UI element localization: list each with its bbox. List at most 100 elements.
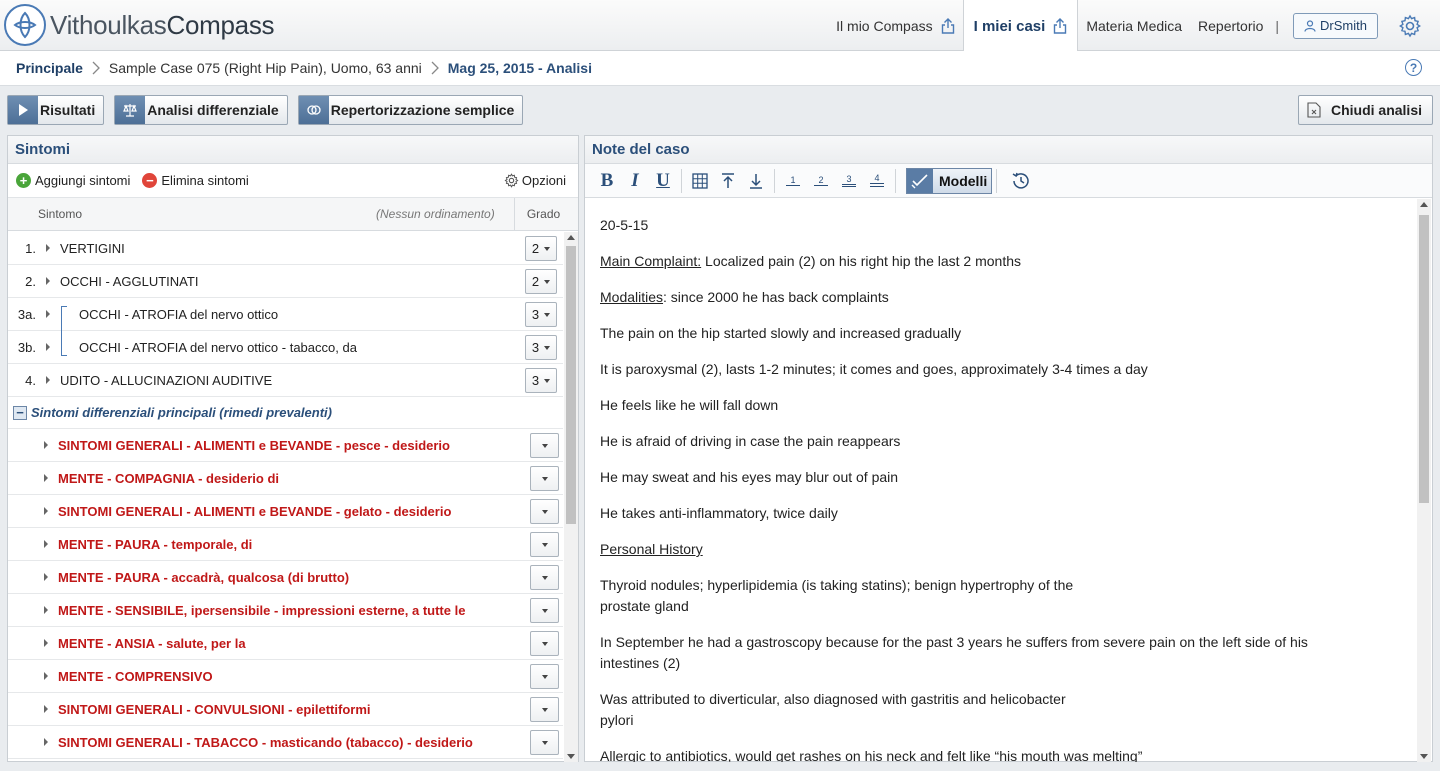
differential-symptom-row[interactable]: MENTE - COMPRENSIVO: [8, 660, 563, 693]
user-button[interactable]: DrSmith: [1293, 12, 1378, 39]
expand-arrow-icon[interactable]: [44, 672, 48, 680]
models-button[interactable]: Modelli: [906, 167, 993, 194]
heading-1-button[interactable]: 1: [779, 168, 807, 194]
share-icon[interactable]: [1053, 18, 1067, 34]
symptom-row[interactable]: 4. UDITO - ALLUCINAZIONI AUDITIVE 3: [8, 364, 563, 397]
differential-symptom-row[interactable]: SINTOMI GENERALI - ALIMENTI e BEVANDE - …: [8, 495, 563, 528]
expand-arrow-icon[interactable]: [44, 540, 48, 548]
scroll-up-icon[interactable]: [567, 235, 575, 240]
differential-symptom-row[interactable]: SINTOMI GENERALI - CONVULSIONI - epilett…: [8, 693, 563, 726]
symptom-row[interactable]: 3b. OCCHI - ATROFIA del nervo ottico - t…: [8, 331, 563, 364]
nav-label: Repertorio: [1198, 17, 1264, 34]
grade-dropdown[interactable]: 3: [525, 335, 557, 360]
nav-il-mio-compass[interactable]: Il mio Compass: [828, 0, 962, 51]
symptom-row[interactable]: 2. OCCHI - AGGLUTINATI 2: [8, 265, 563, 298]
symptom-row[interactable]: 1. VERTIGINI 2: [8, 232, 563, 265]
expand-arrow-icon[interactable]: [44, 573, 48, 581]
differential-analysis-button[interactable]: Analisi differenziale: [114, 95, 288, 125]
user-icon: [1304, 19, 1316, 32]
column-grade[interactable]: Grado: [514, 197, 572, 231]
expand-arrow-icon[interactable]: [44, 507, 48, 515]
breadcrumb-home[interactable]: Principale: [16, 60, 83, 76]
move-down-button[interactable]: [742, 168, 770, 194]
underline-button[interactable]: U: [649, 168, 677, 194]
bold-button[interactable]: B: [593, 168, 621, 194]
grade-dropdown[interactable]: [530, 565, 559, 590]
gear-icon[interactable]: [1398, 14, 1422, 38]
grade-dropdown[interactable]: [530, 532, 559, 557]
scale-icon: [115, 96, 146, 124]
grade-dropdown[interactable]: [530, 697, 559, 722]
logo[interactable]: VithoulkasCompass: [4, 4, 275, 46]
expand-arrow-icon[interactable]: [44, 606, 48, 614]
differential-section-header[interactable]: − Sintomi differenziali principali (rime…: [8, 397, 563, 429]
close-analysis-button[interactable]: Chiudi analisi: [1297, 95, 1433, 125]
expand-arrow-icon[interactable]: [44, 474, 48, 482]
heading-2-button[interactable]: 2: [807, 168, 835, 194]
heading-2-label: 2: [818, 174, 824, 185]
grade-dropdown[interactable]: [530, 598, 559, 623]
symptoms-scrollbar[interactable]: [564, 232, 578, 762]
scroll-up-icon[interactable]: [1420, 202, 1428, 207]
nav-repertorio[interactable]: Repertorio: [1190, 0, 1271, 51]
case-notes-editor[interactable]: 20-5-15 Main Complaint: Localized pain (2…: [585, 199, 1417, 762]
grade-dropdown[interactable]: [530, 433, 559, 458]
differential-symptom-row[interactable]: MENTE - SENSIBILE, ipersensibile - impre…: [8, 594, 563, 627]
simple-repertorization-button[interactable]: Repertorizzazione semplice: [297, 95, 524, 125]
history-icon[interactable]: [1011, 171, 1031, 191]
symptom-number: 1.: [25, 240, 36, 256]
move-up-button[interactable]: [714, 168, 742, 194]
results-button[interactable]: Risultati: [7, 95, 105, 125]
heading-2-line: [814, 184, 828, 186]
grade-dropdown[interactable]: 2: [525, 269, 557, 294]
grade-dropdown[interactable]: [530, 466, 559, 491]
differential-symptom-row[interactable]: MENTE - ANSIA - salute, per la: [8, 627, 563, 660]
differential-symptom-row[interactable]: MENTE - COMPAGNIA - desiderio di: [8, 462, 563, 495]
toolbar-divider: [774, 168, 775, 193]
help-icon[interactable]: ?: [1405, 59, 1422, 76]
options-button[interactable]: Opzioni: [504, 173, 566, 188]
grade-dropdown[interactable]: 3: [525, 302, 557, 327]
table-button[interactable]: [686, 168, 714, 194]
italic-button[interactable]: I: [621, 168, 649, 194]
symptom-text: MENTE - COMPRENSIVO: [58, 668, 213, 684]
expand-arrow-icon[interactable]: [46, 343, 50, 351]
expand-arrow-icon[interactable]: [46, 244, 50, 252]
grade-dropdown[interactable]: [530, 499, 559, 524]
differential-symptom-row[interactable]: SINTOMI GENERALI - TABACCO - masticando …: [8, 726, 563, 759]
heading-3-button[interactable]: 3: [835, 168, 863, 194]
expand-arrow-icon[interactable]: [46, 277, 50, 285]
grade-dropdown[interactable]: [530, 664, 559, 689]
notes-scrollbar[interactable]: [1417, 199, 1431, 762]
scroll-down-icon[interactable]: [567, 754, 575, 759]
heading-4-button[interactable]: 4: [863, 168, 891, 194]
expand-arrow-icon[interactable]: [44, 738, 48, 746]
add-symptoms-label: Aggiungi sintomi: [35, 173, 131, 188]
expand-arrow-icon[interactable]: [44, 441, 48, 449]
scrollbar-thumb[interactable]: [1419, 215, 1429, 503]
expand-arrow-icon[interactable]: [44, 639, 48, 647]
scroll-down-icon[interactable]: [1420, 754, 1428, 759]
symptom-row[interactable]: 3a. OCCHI - ATROFIA del nervo ottico 3: [8, 298, 563, 331]
case-notes-title: Note del caso: [585, 136, 1432, 164]
grade-dropdown[interactable]: 2: [525, 236, 557, 261]
table-icon: [692, 172, 708, 189]
share-icon[interactable]: [941, 17, 955, 34]
expand-arrow-icon[interactable]: [46, 376, 50, 384]
grade-dropdown[interactable]: 3: [525, 368, 557, 393]
differential-symptom-row[interactable]: SINTOMI GENERALI - ALIMENTI e BEVANDE - …: [8, 429, 563, 462]
grade-dropdown[interactable]: [530, 730, 559, 755]
expand-arrow-icon[interactable]: [46, 310, 50, 318]
expand-arrow-icon[interactable]: [44, 705, 48, 713]
nav-i-miei-casi[interactable]: I miei casi: [962, 0, 1079, 52]
differential-symptom-row[interactable]: MENTE - PAURA - accadrà, qualcosa (di br…: [8, 561, 563, 594]
nav-materia-medica[interactable]: Materia Medica: [1078, 0, 1190, 51]
grade-dropdown[interactable]: [530, 631, 559, 656]
add-symptoms-button[interactable]: + Aggiungi sintomi: [16, 173, 130, 188]
scrollbar-thumb[interactable]: [566, 246, 576, 524]
breadcrumb-case[interactable]: Sample Case 075 (Right Hip Pain), Uomo, …: [109, 60, 422, 76]
column-symptom[interactable]: Sintomo: [38, 207, 82, 221]
remove-symptoms-button[interactable]: − Elimina sintomi: [142, 173, 249, 188]
collapse-icon[interactable]: −: [13, 405, 27, 420]
differential-symptom-row[interactable]: MENTE - PAURA - temporale, di: [8, 528, 563, 561]
